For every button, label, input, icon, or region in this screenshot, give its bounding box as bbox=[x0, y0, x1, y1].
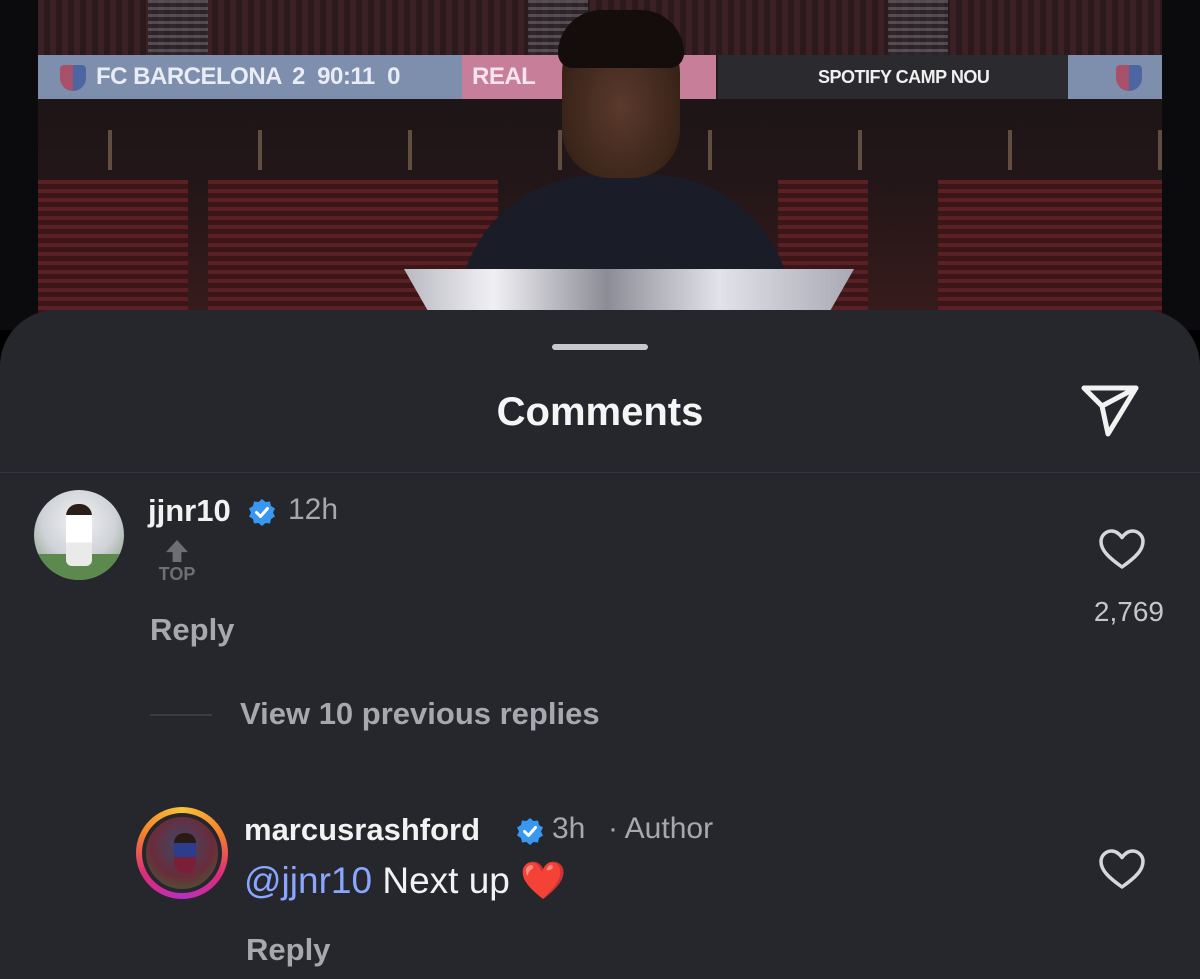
post-photo: FC BARCELONA 2 90:11 0 REAL SPOTIFY CAMP… bbox=[38, 0, 1162, 330]
arrow-up-icon bbox=[166, 540, 188, 562]
avatar[interactable] bbox=[34, 490, 124, 580]
share-button[interactable] bbox=[1078, 380, 1144, 440]
comment-time: 12h bbox=[288, 493, 339, 526]
stadium-stairs bbox=[148, 0, 208, 58]
avatar[interactable] bbox=[142, 813, 222, 893]
reply-button[interactable]: Reply bbox=[150, 612, 234, 648]
sheet-grabber[interactable] bbox=[552, 344, 648, 350]
scoreboard-sponsor: SPOTIFY CAMP NOU bbox=[818, 67, 990, 87]
header-divider bbox=[0, 472, 1200, 473]
reply-text: @jjnr10 Next up ❤️ bbox=[244, 860, 566, 903]
club-crest-icon bbox=[1116, 65, 1142, 91]
view-replies-button[interactable]: View 10 previous replies bbox=[240, 696, 600, 732]
comment-username[interactable]: jjnr10 bbox=[148, 493, 231, 529]
heart-emoji: ❤️ bbox=[520, 860, 567, 901]
sheet-title: Comments bbox=[496, 390, 704, 434]
scoreboard-home-team: FC BARCELONA bbox=[96, 63, 283, 90]
post-media[interactable]: FC BARCELONA 2 90:11 0 REAL SPOTIFY CAMP… bbox=[0, 0, 1200, 330]
club-crest-icon bbox=[60, 65, 86, 91]
reply-button[interactable]: Reply bbox=[246, 932, 330, 968]
reply-body: Next up bbox=[382, 860, 510, 901]
heart-icon[interactable] bbox=[1098, 848, 1146, 890]
stadium-seats bbox=[38, 180, 188, 330]
author-tag: · Author bbox=[608, 812, 714, 845]
scoreboard-away-team: REAL bbox=[472, 63, 536, 90]
verified-badge-icon bbox=[249, 499, 275, 526]
person-hair bbox=[558, 10, 684, 68]
verified-badge-icon bbox=[517, 818, 543, 845]
top-badge-label: TOP bbox=[158, 564, 196, 584]
stadium-stairs bbox=[888, 0, 948, 58]
heart-icon[interactable] bbox=[1098, 528, 1146, 570]
comments-sheet: Comments jjnr10 12h TOP Reply 2,769 View… bbox=[0, 310, 1200, 979]
replies-line bbox=[150, 714, 212, 716]
reply-username[interactable]: marcusrashford bbox=[244, 812, 480, 848]
paper-plane-icon bbox=[1081, 385, 1139, 437]
mention-link[interactable]: @jjnr10 bbox=[244, 860, 372, 901]
like-count: 2,769 bbox=[1093, 596, 1164, 627]
reply-time: 3h bbox=[552, 812, 586, 845]
top-comment-badge: TOP bbox=[158, 540, 196, 588]
scoreboard-score: 2 90:11 0 bbox=[292, 63, 400, 90]
stadium-seats bbox=[938, 180, 1162, 330]
